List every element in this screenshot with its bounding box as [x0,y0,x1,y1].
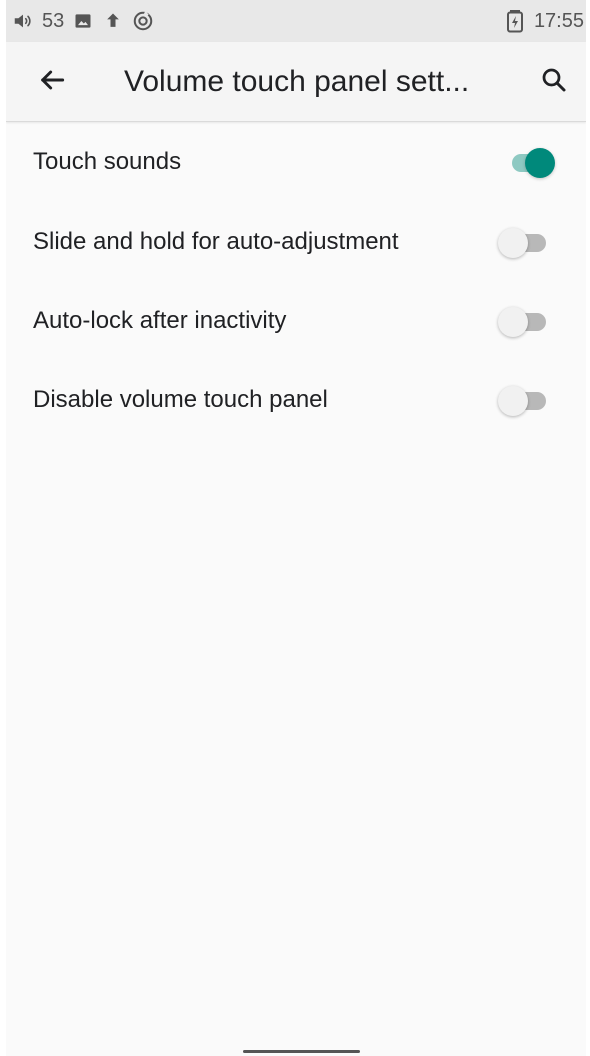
slide-hold-auto-adjust-label: Slide and hold for auto-adjustment [33,228,399,255]
disable-volume-touch-panel-switch-thumb [498,386,528,416]
slide-hold-auto-adjust-switch[interactable] [498,226,556,260]
image-icon [72,10,94,32]
slide-hold-auto-adjust-row[interactable]: Slide and hold for auto-adjustment [6,202,586,281]
touch-sounds-switch-thumb [525,148,555,178]
disable-volume-touch-panel-switch[interactable] [498,384,556,418]
slide-hold-auto-adjust-switch-thumb [498,228,528,258]
auto-lock-after-inactivity-switch-thumb [498,307,528,337]
data-saver-icon [132,10,154,32]
top-app-bar: Volume touch panel sett... [6,42,586,122]
back-button[interactable] [28,58,76,106]
clock: 17:55 [533,10,584,32]
settings-list: Touch sounds Slide and hold for auto-adj… [6,122,586,439]
touch-sounds-switch[interactable] [498,146,556,180]
phone-screen: 53 17:55 Volume touch panel sett... Touc… [0,0,590,1056]
upload-icon [102,10,124,32]
search-icon [539,65,569,100]
battery-charging-icon [504,10,526,33]
search-button[interactable] [530,58,578,106]
disable-volume-touch-panel-label: Disable volume touch panel [33,386,328,413]
arrow-left-icon [36,64,68,101]
touch-sounds-row[interactable]: Touch sounds [6,122,586,202]
disable-volume-touch-panel-row[interactable]: Disable volume touch panel [6,360,586,439]
status-bar: 53 17:55 [6,0,586,42]
status-bar-right: 17:55 [504,10,586,33]
touch-sounds-label: Touch sounds [33,148,182,175]
auto-lock-after-inactivity-label: Auto-lock after inactivity [33,307,287,334]
volume-level: 53 [42,10,65,32]
volume-icon [12,10,34,32]
settings-screen: 53 17:55 Volume touch panel sett... Touc… [6,0,586,1056]
page-title: Volume touch panel sett... [124,65,470,98]
auto-lock-after-inactivity-switch[interactable] [498,305,556,339]
status-bar-left: 53 [12,10,154,32]
gesture-navigation-handle[interactable] [243,1050,360,1053]
auto-lock-after-inactivity-row[interactable]: Auto-lock after inactivity [6,281,586,360]
